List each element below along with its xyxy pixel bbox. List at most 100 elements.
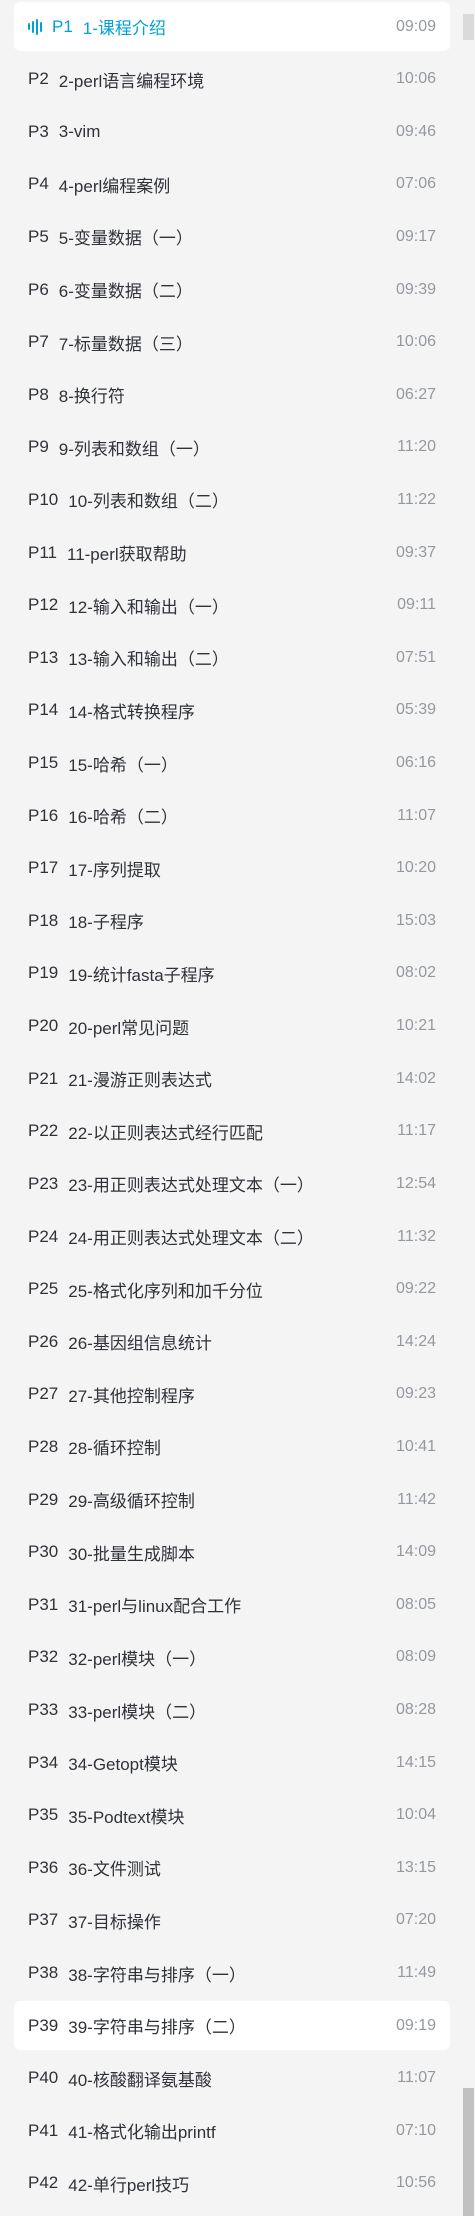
episode-title: 2-perl语言编程环境 <box>58 71 205 91</box>
episode-item-p31[interactable]: P31 31-perl与linux配合工作 08:05 <box>14 1580 450 1629</box>
episode-title: 6-变量数据（二） <box>58 282 193 302</box>
episode-item-p14[interactable]: P14 14-格式转换程序 05:39 <box>14 686 450 735</box>
episode-label: P33 33-perl模块（二） <box>14 1698 206 1723</box>
episode-item-p42[interactable]: P42 42-单行perl技巧 10:56 <box>14 2159 450 2208</box>
episode-item-p41[interactable]: P41 41-格式化输出printf 07:10 <box>14 2106 450 2155</box>
episode-title: 26-基因组信息统计 <box>68 1334 212 1354</box>
episode-title: 17-序列提取 <box>68 860 161 880</box>
episode-duration: 08:02 <box>395 964 436 982</box>
episode-duration: 10:04 <box>395 1806 436 1824</box>
episode-number: P23 <box>28 1173 59 1193</box>
episode-label: P4 4-perl编程案例 <box>14 172 170 197</box>
episode-item-p10[interactable]: P10 10-列表和数组（二） 11:22 <box>14 475 450 524</box>
episode-duration: 14:02 <box>395 1069 436 1087</box>
episode-title: 31-perl与linux配合工作 <box>68 1597 242 1617</box>
episode-duration: 07:06 <box>395 175 436 193</box>
episode-title: 32-perl模块（一） <box>68 1649 207 1669</box>
episode-item-p12[interactable]: P12 12-输入和输出（一） 09:11 <box>14 581 450 630</box>
episode-item-p2[interactable]: P2 2-perl语言编程环境 10:06 <box>14 55 450 104</box>
episode-item-p26[interactable]: P26 26-基因组信息统计 14:24 <box>14 1317 450 1366</box>
episode-label: P13 13-输入和输出（二） <box>14 645 229 670</box>
episode-item-p35[interactable]: P35 35-Podtext模块 10:04 <box>14 1791 450 1840</box>
episode-label: P34 34-Getopt模块 <box>14 1750 178 1775</box>
episode-number: P24 <box>28 1226 59 1246</box>
episode-item-p36[interactable]: P36 36-文件测试 13:15 <box>14 1843 450 1892</box>
episode-item-p24[interactable]: P24 24-用正则表达式处理文本（二） 11:32 <box>14 1212 450 1261</box>
episode-item-p6[interactable]: P6 6-变量数据（二） 09:39 <box>14 265 450 314</box>
scrollbar-top-cap <box>463 14 474 40</box>
episode-item-p7[interactable]: P7 7-标量数据（三） 10:06 <box>14 318 450 367</box>
episode-item-p1[interactable]: P1 1-课程介绍 09:09 <box>14 2 450 51</box>
episode-title: 3-vim <box>58 121 101 141</box>
episode-duration: 10:06 <box>395 333 436 351</box>
episode-item-p17[interactable]: P17 17-序列提取 10:20 <box>14 844 450 893</box>
episode-duration: 10:41 <box>395 1437 436 1455</box>
episode-item-p39[interactable]: P39 39-字符串与排序（二） 09:19 <box>14 2001 450 2051</box>
episode-item-p38[interactable]: P38 38-字符串与排序（一） 11:49 <box>14 1949 450 1998</box>
episode-label: P2 2-perl语言编程环境 <box>14 67 204 92</box>
episode-title: 30-批量生成脚本 <box>68 1544 195 1564</box>
episode-title: 38-字符串与排序（一） <box>68 1965 246 1985</box>
episode-label: P1 1-课程介绍 <box>14 14 166 39</box>
episode-item-p28[interactable]: P28 28-循环控制 10:41 <box>14 1422 450 1471</box>
episode-item-p13[interactable]: P13 13-输入和输出（二） 07:51 <box>14 633 450 682</box>
episode-label: P6 6-变量数据（二） <box>14 277 193 302</box>
episode-item-p21[interactable]: P21 21-漫游正则表达式 14:02 <box>14 1054 450 1103</box>
episode-number: P30 <box>28 1542 59 1562</box>
episode-item-p18[interactable]: P18 18-子程序 15:03 <box>14 896 450 945</box>
scrollbar-thumb[interactable] <box>463 2088 474 2216</box>
episode-duration: 05:39 <box>395 701 436 719</box>
episode-number: P41 <box>28 2120 59 2140</box>
episode-item-p29[interactable]: P29 29-高级循环控制 11:42 <box>14 1475 450 1524</box>
episode-duration: 14:15 <box>395 1753 436 1771</box>
episode-duration: 11:17 <box>397 1122 436 1140</box>
episode-item-p22[interactable]: P22 22-以正则表达式经行匹配 11:17 <box>14 1107 450 1156</box>
episode-duration: 10:21 <box>395 1017 436 1035</box>
episode-number: P37 <box>28 1910 59 1930</box>
episode-label: P42 42-单行perl技巧 <box>14 2171 189 2196</box>
episode-number: P1 <box>52 16 73 36</box>
episode-label: P7 7-标量数据（三） <box>14 330 193 355</box>
episode-duration: 10:56 <box>395 2174 436 2192</box>
episode-item-p11[interactable]: P11 11-perl获取帮助 09:37 <box>14 528 450 577</box>
scrollbar-track[interactable] <box>462 0 475 2216</box>
episode-item-p32[interactable]: P32 32-perl模块（一） 08:09 <box>14 1633 450 1682</box>
episode-item-p3[interactable]: P3 3-vim 09:46 <box>14 107 450 156</box>
episode-item-p34[interactable]: P34 34-Getopt模块 14:15 <box>14 1738 450 1787</box>
episode-number: P34 <box>28 1752 59 1772</box>
episode-item-p19[interactable]: P19 19-统计fasta子程序 08:02 <box>14 949 450 998</box>
episode-duration: 09:39 <box>395 280 436 298</box>
episode-duration: 09:46 <box>395 122 436 140</box>
episode-number: P20 <box>28 1016 59 1036</box>
episode-title: 14-格式转换程序 <box>68 702 195 722</box>
episode-title: 10-列表和数组（二） <box>68 492 229 512</box>
episode-item-p40[interactable]: P40 40-核酸翻译氨基酸 11:07 <box>14 2054 450 2103</box>
episode-duration: 15:03 <box>395 911 436 929</box>
episode-item-p15[interactable]: P15 15-哈希（一） 06:16 <box>14 739 450 788</box>
episode-title: 24-用正则表达式处理文本（二） <box>68 1229 314 1249</box>
episode-item-p20[interactable]: P20 20-perl常见问题 10:21 <box>14 1002 450 1051</box>
episode-item-p23[interactable]: P23 23-用正则表达式处理文本（一） 12:54 <box>14 1159 450 1208</box>
episode-label: P20 20-perl常见问题 <box>14 1014 189 1039</box>
episode-item-p9[interactable]: P9 9-列表和数组（一） 11:20 <box>14 423 450 472</box>
episode-item-p4[interactable]: P4 4-perl编程案例 07:06 <box>14 160 450 209</box>
episode-number: P18 <box>28 910 59 930</box>
episode-item-p37[interactable]: P37 37-目标操作 07:20 <box>14 1896 450 1945</box>
episode-duration: 11:07 <box>397 806 436 824</box>
episode-number: P32 <box>28 1647 59 1667</box>
episode-item-p16[interactable]: P16 16-哈希（二） 11:07 <box>14 791 450 840</box>
episode-duration: 09:22 <box>395 1280 436 1298</box>
episode-item-p8[interactable]: P8 8-换行符 06:27 <box>14 370 450 419</box>
episode-item-p30[interactable]: P30 30-批量生成脚本 14:09 <box>14 1528 450 1577</box>
episode-title: 41-格式化输出printf <box>68 2123 216 2143</box>
episode-label: P22 22-以正则表达式经行匹配 <box>14 1119 263 1144</box>
episode-item-p27[interactable]: P27 27-其他控制程序 09:23 <box>14 1370 450 1419</box>
episode-number: P36 <box>28 1857 59 1877</box>
episode-number: P13 <box>28 647 59 667</box>
episode-number: P17 <box>28 858 59 878</box>
episode-duration: 09:17 <box>395 227 436 245</box>
episode-item-p5[interactable]: P5 5-变量数据（一） 09:17 <box>14 212 450 261</box>
episode-title: 28-循环控制 <box>68 1439 161 1459</box>
episode-item-p25[interactable]: P25 25-格式化序列和加千分位 09:22 <box>14 1265 450 1314</box>
episode-item-p33[interactable]: P33 33-perl模块（二） 08:28 <box>14 1686 450 1735</box>
